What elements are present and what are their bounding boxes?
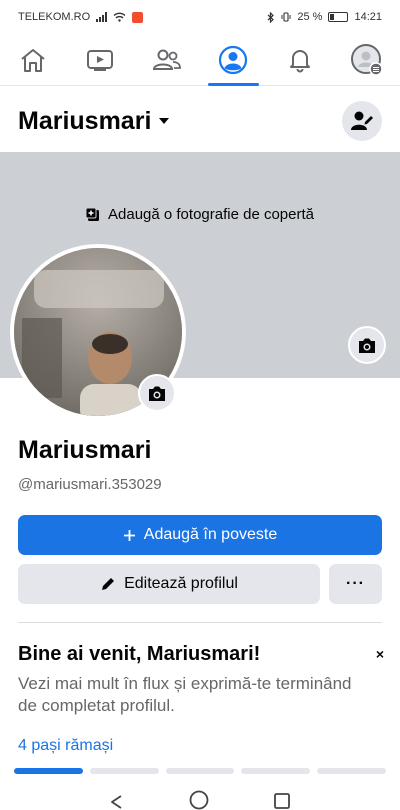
cover-camera-button[interactable] [348, 326, 386, 364]
camera-icon [359, 338, 375, 353]
more-icon: ··· [346, 575, 365, 592]
top-nav [0, 34, 400, 86]
welcome-text: Vezi mai mult în flux și exprimă-te term… [18, 674, 352, 715]
tab-home[interactable] [0, 34, 67, 85]
friends-icon [152, 49, 181, 70]
progress-segment [241, 768, 311, 774]
avatar-camera-button[interactable] [138, 374, 176, 412]
caret-down-icon [159, 118, 170, 124]
home-circle-icon[interactable] [189, 790, 209, 810]
add-cover-photo-button[interactable]: Adaugă o fotografie de copertă [0, 206, 400, 223]
divider [18, 622, 382, 623]
back-icon[interactable] [109, 794, 125, 810]
profile-header: Mariusmari [0, 96, 400, 146]
app-notification-icon [132, 11, 144, 23]
add-to-story-button[interactable]: Adaugă în poveste [18, 515, 382, 555]
recents-icon[interactable] [273, 792, 291, 810]
steps-remaining-link[interactable]: 4 pași rămași [18, 737, 113, 755]
status-right: 25 % 14:21 [267, 11, 382, 23]
tab-profile[interactable] [200, 34, 267, 86]
add-to-story-label: Adaugă în poveste [143, 526, 278, 543]
profile-username: @mariusmari.353029 [18, 476, 162, 493]
vibrate-icon [281, 12, 291, 22]
progress-segment [165, 768, 235, 774]
wifi-icon [113, 12, 126, 22]
person-edit-icon [351, 111, 373, 130]
edit-profile-label: Editează profilul [124, 575, 238, 592]
profile-progress-bar [14, 768, 386, 774]
progress-segment [89, 768, 159, 774]
close-icon[interactable]: × [370, 644, 390, 664]
carrier-label: TELEKOM.RO [18, 11, 91, 23]
tab-groups[interactable] [133, 34, 200, 85]
signal-icon [96, 12, 108, 22]
progress-segment [317, 768, 386, 774]
status-bar: TELEKOM.RO 25 % 14:21 [0, 0, 400, 34]
edit-profile-button[interactable]: Editează profilul [18, 564, 320, 604]
plus-icon [123, 529, 135, 541]
profile-switcher[interactable]: Mariusmari [18, 106, 170, 136]
tab-notifications[interactable] [267, 34, 334, 85]
clock: 14:21 [354, 11, 382, 23]
camera-icon [149, 386, 165, 401]
add-cover-photo-label: Adaugă o fotografie de copertă [108, 206, 314, 223]
tab-video[interactable] [67, 34, 134, 85]
edit-profile-shortcut-button[interactable] [342, 101, 382, 141]
profile-name: Mariusmari [18, 436, 152, 464]
avatar-menu-icon [350, 43, 383, 76]
welcome-title: Bine ai venit, Mariusmari! [18, 643, 261, 665]
add-photo-icon [86, 207, 99, 221]
status-left: TELEKOM.RO [18, 11, 144, 23]
tab-menu[interactable] [333, 34, 400, 85]
system-navigation-bar [0, 786, 400, 810]
home-icon [21, 48, 45, 72]
video-icon [87, 49, 113, 71]
battery-percent: 25 % [297, 11, 323, 23]
bell-icon [290, 49, 311, 72]
profile-icon [219, 45, 248, 74]
pencil-icon [102, 578, 115, 590]
more-options-button[interactable]: ··· [329, 564, 382, 604]
battery-icon [328, 12, 349, 22]
bluetooth-icon [267, 11, 275, 23]
header-title: Mariusmari [18, 106, 152, 135]
progress-segment [14, 768, 83, 774]
